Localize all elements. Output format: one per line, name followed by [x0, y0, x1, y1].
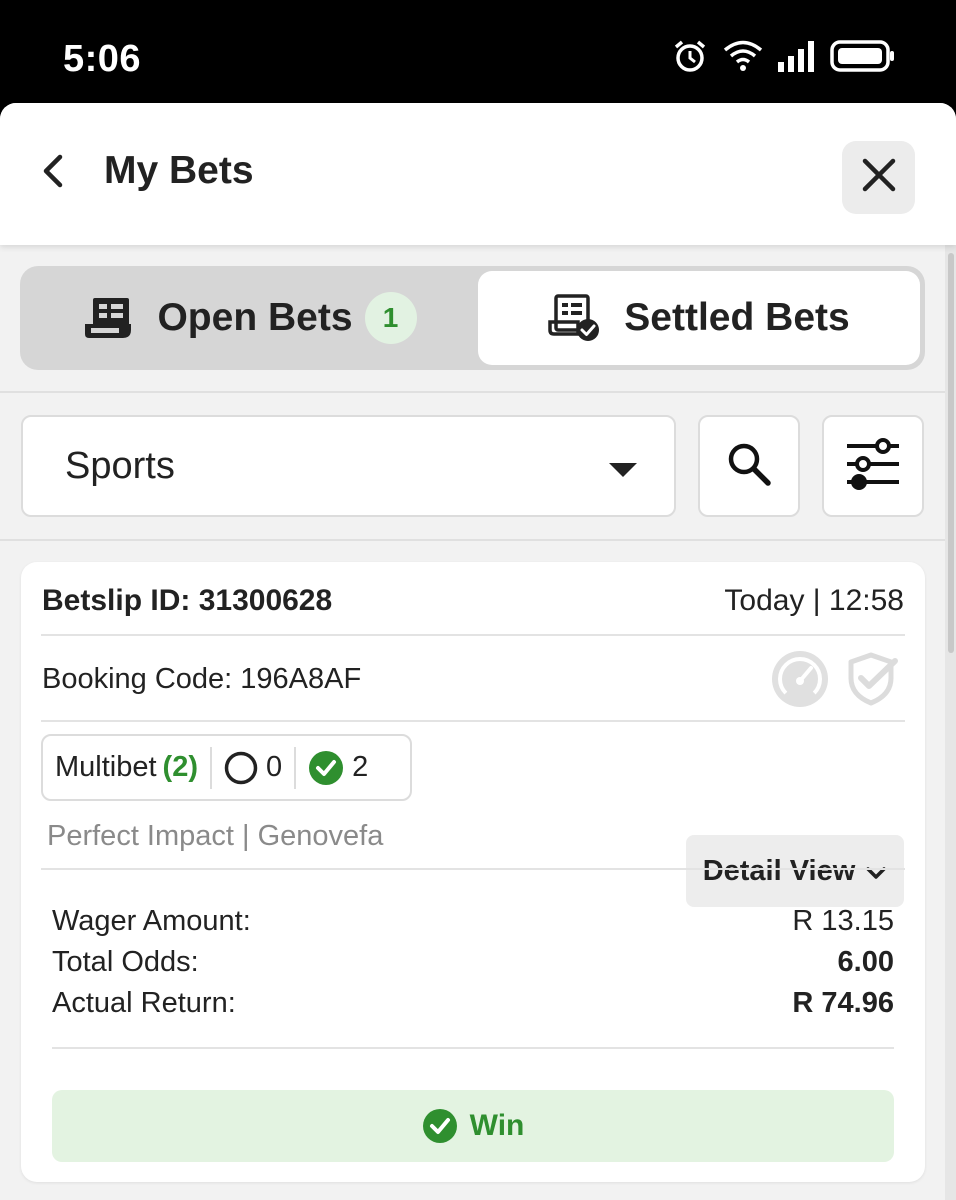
scrollbar-thumb[interactable] [948, 253, 954, 653]
open-legs-count: 0 [266, 751, 283, 783]
total-odds-row: Total Odds: 6.00 [52, 942, 894, 983]
sliders-icon [845, 437, 901, 495]
total-odds-value: 6.00 [837, 946, 894, 978]
card-divider [41, 634, 905, 636]
win-result-banner: Win [52, 1090, 894, 1162]
open-legs: 0 [210, 746, 294, 789]
booking-code: Booking Code: 196A8AF [42, 663, 362, 695]
bet-event-names: Perfect Impact | Genovefa [47, 820, 384, 852]
bet-card[interactable]: Betslip ID: 31300628 Today | 12:58 Booki… [21, 562, 925, 1182]
total-odds-label: Total Odds: [52, 946, 199, 978]
receipt-icon [83, 294, 135, 342]
wager-amount-value: R 13.15 [792, 905, 894, 937]
section-divider [0, 539, 945, 541]
result-label: Win [469, 1109, 525, 1142]
open-bets-count-badge: 1 [364, 292, 417, 344]
bet-timestamp: Today | 12:58 [724, 584, 904, 617]
back-button[interactable] [30, 151, 74, 195]
receipt-check-icon [548, 292, 602, 344]
close-button[interactable] [842, 141, 915, 214]
category-select-value: Sports [65, 445, 175, 487]
bet-status-icons [771, 650, 901, 713]
betslip-id-row: Betslip ID: 31300628 [42, 584, 332, 618]
my-bets-sheet: My Bets Open Bets 1 Settled Bets Sports [0, 103, 956, 1200]
check-circle-icon [308, 750, 344, 786]
bet-type-summary: Multibet (2) 0 2 [41, 734, 412, 801]
won-legs-count: 2 [352, 751, 369, 783]
status-time: 5:06 [63, 38, 142, 80]
bet-type: Multibet (2) [43, 747, 210, 789]
won-legs: 2 [294, 746, 380, 789]
wager-amount-label: Wager Amount: [52, 905, 251, 937]
header: My Bets [0, 103, 956, 245]
wifi-icon [722, 39, 764, 73]
speedometer-icon [771, 650, 829, 713]
page-title: My Bets [104, 149, 254, 192]
tab-settled-bets[interactable]: Settled Bets [478, 271, 920, 365]
status-icons [672, 38, 896, 74]
betslip-id-value: 31300628 [198, 584, 333, 617]
close-icon [861, 157, 897, 198]
detail-view-button[interactable]: Detail View [686, 835, 904, 907]
card-divider [52, 1047, 894, 1049]
actual-return-row: Actual Return: R 74.96 [52, 983, 894, 1024]
battery-icon [830, 39, 896, 73]
wager-amount-row: Wager Amount: R 13.15 [52, 901, 894, 942]
chevron-down-icon [855, 855, 887, 888]
detail-view-label: Detail View [702, 854, 856, 887]
search-button[interactable] [698, 415, 800, 517]
signal-icon [778, 40, 816, 72]
bet-tabs: Open Bets 1 Settled Bets [20, 266, 925, 370]
caret-down-icon [609, 463, 637, 477]
search-icon [724, 439, 774, 494]
filter-button[interactable] [822, 415, 924, 517]
chevron-left-icon [40, 153, 64, 194]
tab-open-bets[interactable]: Open Bets 1 [25, 271, 475, 365]
card-divider [41, 868, 905, 870]
tab-settled-bets-label: Settled Bets [624, 296, 850, 339]
actual-return-label: Actual Return: [52, 987, 236, 1019]
bet-type-label: Multibet [55, 751, 157, 783]
shield-check-icon [847, 651, 901, 712]
alarm-icon [672, 38, 708, 74]
bet-summary: Wager Amount: R 13.15 Total Odds: 6.00 A… [52, 901, 894, 1024]
card-divider [41, 720, 905, 722]
check-circle-icon [422, 1108, 458, 1144]
betslip-id-label: Betslip ID: [42, 584, 191, 617]
bet-type-count: (2) [162, 751, 198, 783]
section-divider [0, 391, 945, 393]
status-bar: 5:06 [0, 0, 956, 103]
tab-open-bets-label: Open Bets [157, 296, 353, 339]
circle-outline-icon [224, 751, 258, 785]
actual-return-value: R 74.96 [792, 987, 894, 1019]
category-select[interactable]: Sports [21, 415, 676, 517]
